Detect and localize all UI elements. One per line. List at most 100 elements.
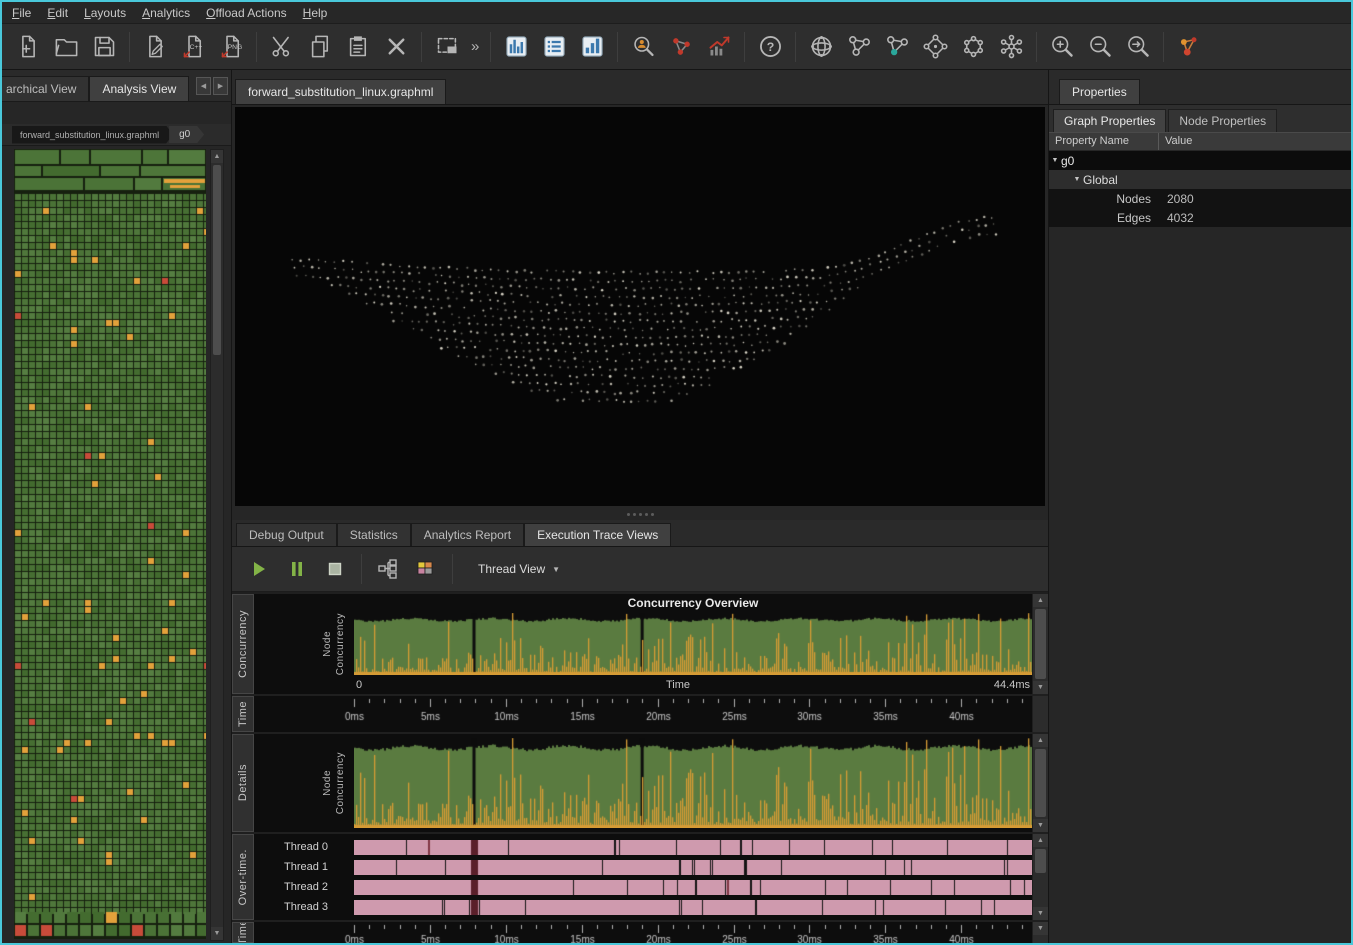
toolbar-separator [129,32,130,62]
scrollbar-thumb[interactable] [1035,609,1046,679]
menu-edit[interactable]: Edit [47,6,68,20]
bar-chart-button[interactable] [574,29,610,65]
thread-2-timeline[interactable] [354,880,1032,895]
details-scrollbar[interactable]: ▲ ▼ [1032,734,1048,832]
export-cpp-button[interactable]: C++ [175,29,211,65]
export-document-button[interactable] [137,29,173,65]
horizontal-splitter[interactable] [232,508,1048,520]
property-row-g0[interactable]: ▼ g0 [1049,151,1351,170]
thread-3-timeline[interactable] [354,900,1032,915]
scroll-down-icon[interactable]: ▼ [1033,681,1048,694]
tab-scroll-left-button[interactable]: ◀ [196,77,211,95]
time-ruler[interactable] [254,698,1032,728]
tab-graph-properties[interactable]: Graph Properties [1053,109,1166,132]
treemap-scrollbar[interactable]: ▲ ▼ [210,149,224,941]
section-header-over-time[interactable]: Over-time. [232,834,254,920]
new-document-button[interactable] [10,29,46,65]
layout-radial-button[interactable] [993,29,1029,65]
section-header-time[interactable]: Time [232,696,254,732]
analysis-treemap[interactable] [14,149,206,939]
section-header-details[interactable]: Details [232,734,254,832]
scrollbar-thumb[interactable] [213,165,221,355]
scrollbar-thumb[interactable] [1035,749,1046,817]
graph-canvas[interactable] [235,107,1045,506]
expander-icon[interactable]: ▼ [1071,176,1083,183]
bottom-scrollbar[interactable]: ▼ [1032,922,1048,943]
zoom-previous-button[interactable] [1120,29,1156,65]
open-file-button[interactable] [48,29,84,65]
section-header-concurrency[interactable]: Concurrency [232,594,254,694]
color-legend-button[interactable] [409,553,443,585]
layout-force-button[interactable] [841,29,877,65]
layout-diamond-button[interactable] [917,29,953,65]
breadcrumb-item-graphml[interactable]: forward_substitution_linux.graphml [12,126,173,144]
property-row-global[interactable]: ▼ Global [1049,170,1351,189]
layout-circular-button[interactable] [955,29,991,65]
menu-help[interactable]: Help [303,6,328,20]
menu-file[interactable]: File [12,6,31,20]
scroll-down-icon[interactable]: ▼ [1033,907,1048,920]
details-concurrency-chart[interactable] [354,738,1032,828]
tab-statistics[interactable]: Statistics [337,523,411,546]
concurrency-overview-chart[interactable] [354,613,1032,675]
save-button[interactable] [86,29,122,65]
tab-analytics-report[interactable]: Analytics Report [411,523,524,546]
view-mode-dropdown[interactable]: Thread View ▼ [470,558,568,580]
copy-button[interactable] [302,29,338,65]
menu-bar: File Edit Layouts Analytics Offload Acti… [2,2,1351,24]
column-value[interactable]: Value [1159,133,1351,150]
threads-scrollbar[interactable]: ▲ ▼ [1032,834,1048,920]
overview-scrollbar[interactable]: ▲ ▼ [1032,594,1048,694]
tab-debug-output[interactable]: Debug Output [236,523,337,546]
tab-analysis-view[interactable]: Analysis View [89,76,189,101]
column-property-name[interactable]: Property Name [1049,133,1159,150]
bottom-time-ruler[interactable] [254,924,1032,943]
highlight-critical-path-button[interactable] [663,29,699,65]
delete-button[interactable] [378,29,414,65]
scroll-up-icon[interactable]: ▲ [1033,834,1048,847]
stop-button[interactable] [318,553,352,585]
paste-button[interactable] [340,29,376,65]
export-png-button[interactable]: PNG [213,29,249,65]
menu-layouts[interactable]: Layouts [84,6,126,20]
tab-node-properties[interactable]: Node Properties [1168,109,1277,132]
layout-sphere-button[interactable] [803,29,839,65]
statistics-list-button[interactable] [536,29,572,65]
scroll-down-icon[interactable]: ▼ [211,927,223,940]
pause-button[interactable] [280,553,314,585]
property-row-edges[interactable]: Edges 4032 [1049,208,1351,227]
expander-icon[interactable]: ▼ [1049,157,1061,164]
concurrency-histogram-button[interactable] [498,29,534,65]
scrollbar-thumb[interactable] [1035,849,1046,873]
play-button[interactable] [242,553,276,585]
property-row-nodes[interactable]: Nodes 2080 [1049,189,1351,208]
thread-1-timeline[interactable] [354,860,1032,875]
scroll-down-icon[interactable]: ▼ [1033,819,1048,832]
zoom-out-button[interactable] [1082,29,1118,65]
scroll-up-icon[interactable]: ▲ [1033,734,1048,747]
find-critical-node-button[interactable] [625,29,661,65]
scroll-up-icon[interactable]: ▲ [211,150,223,163]
help-button[interactable]: ? [752,29,788,65]
menu-analytics[interactable]: Analytics [142,6,190,20]
tab-graph-document[interactable]: forward_substitution_linux.graphml [235,79,446,104]
toolbar-overflow-button[interactable]: » [467,38,483,55]
tab-execution-trace-views[interactable]: Execution Trace Views [524,523,671,546]
scroll-down-icon[interactable]: ▼ [1033,922,1048,935]
menu-offload-actions[interactable]: Offload Actions [206,6,287,20]
layout-target-button[interactable] [879,29,915,65]
toolbar-separator [490,32,491,62]
thread-0-timeline[interactable] [354,840,1032,855]
tab-hierarchical-view[interactable]: archical View [2,76,89,101]
section-header-time-bottom[interactable]: Time [232,922,254,943]
tree-view-button[interactable] [371,553,405,585]
breadcrumb-item-g0[interactable]: g0 [169,126,204,143]
color-by-criticality-button[interactable] [1171,29,1207,65]
tab-properties[interactable]: Properties [1059,79,1140,104]
scroll-up-icon[interactable]: ▲ [1033,594,1048,607]
group-selection-button[interactable] [429,29,465,65]
analytics-trend-button[interactable] [701,29,737,65]
zoom-in-button[interactable] [1044,29,1080,65]
cut-button[interactable] [264,29,300,65]
tab-scroll-right-button[interactable]: ▶ [213,77,228,95]
